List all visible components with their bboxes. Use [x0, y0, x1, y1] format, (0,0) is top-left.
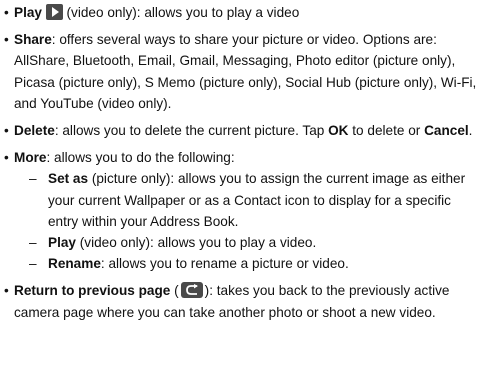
list-item-share: • Share: offers several ways to share yo…: [4, 29, 484, 114]
delete-description-end: .: [468, 123, 473, 139]
dash: –: [29, 256, 37, 272]
bullet: •: [4, 283, 9, 299]
share-description: : offers several ways to share your pict…: [14, 32, 477, 111]
term-rename: Rename: [48, 256, 101, 272]
list-item-delete: • Delete: allows you to delete the curre…: [4, 120, 484, 141]
document-body: • Play (video only): allows you to play …: [0, 0, 488, 323]
delete-description: : allows you to delete the current pictu…: [54, 123, 329, 139]
term-play-sub: Play: [48, 235, 76, 251]
term-more: More: [14, 150, 47, 166]
more-sublist: – Set as (picture only): allows you to a…: [14, 168, 484, 274]
play-sub-description: (video only): allows you to play a video…: [75, 235, 317, 251]
return-paren-open: (: [170, 283, 179, 299]
play-icon: [45, 4, 63, 20]
subitem-rename: – Rename: allows you to rename a picture…: [14, 253, 484, 274]
ok-term: OK: [328, 123, 349, 139]
term-set-as: Set as: [48, 171, 89, 187]
set-as-description: (picture only): allows you to assign the…: [48, 171, 466, 229]
bullet: •: [4, 150, 9, 166]
term-return: Return to previous page: [14, 283, 171, 299]
dash: –: [29, 235, 37, 251]
list-item-return: • Return to previous page (): takes you …: [4, 280, 484, 322]
cancel-term: Cancel: [424, 123, 469, 139]
term-delete: Delete: [14, 123, 55, 139]
dash: –: [29, 171, 37, 187]
bullet: •: [4, 123, 9, 139]
play-description: (video only): allows you to play a video: [62, 5, 300, 20]
more-description: : allows you to do the following:: [46, 150, 235, 166]
subitem-set-as: – Set as (picture only): allows you to a…: [14, 168, 484, 232]
return-icon: [180, 282, 203, 299]
rename-description: : allows you to rename a picture or vide…: [100, 256, 349, 272]
term-share: Share: [14, 32, 52, 48]
subitem-play: – Play (video only): allows you to play …: [14, 232, 484, 253]
list-item-play: • Play (video only): allows you to play …: [4, 2, 484, 23]
term-play: Play: [14, 5, 42, 20]
bullet: •: [4, 32, 9, 48]
bullet: •: [4, 5, 9, 20]
list-item-more: • More: allows you to do the following: …: [4, 147, 484, 274]
delete-description-mid: to delete or: [348, 123, 425, 139]
